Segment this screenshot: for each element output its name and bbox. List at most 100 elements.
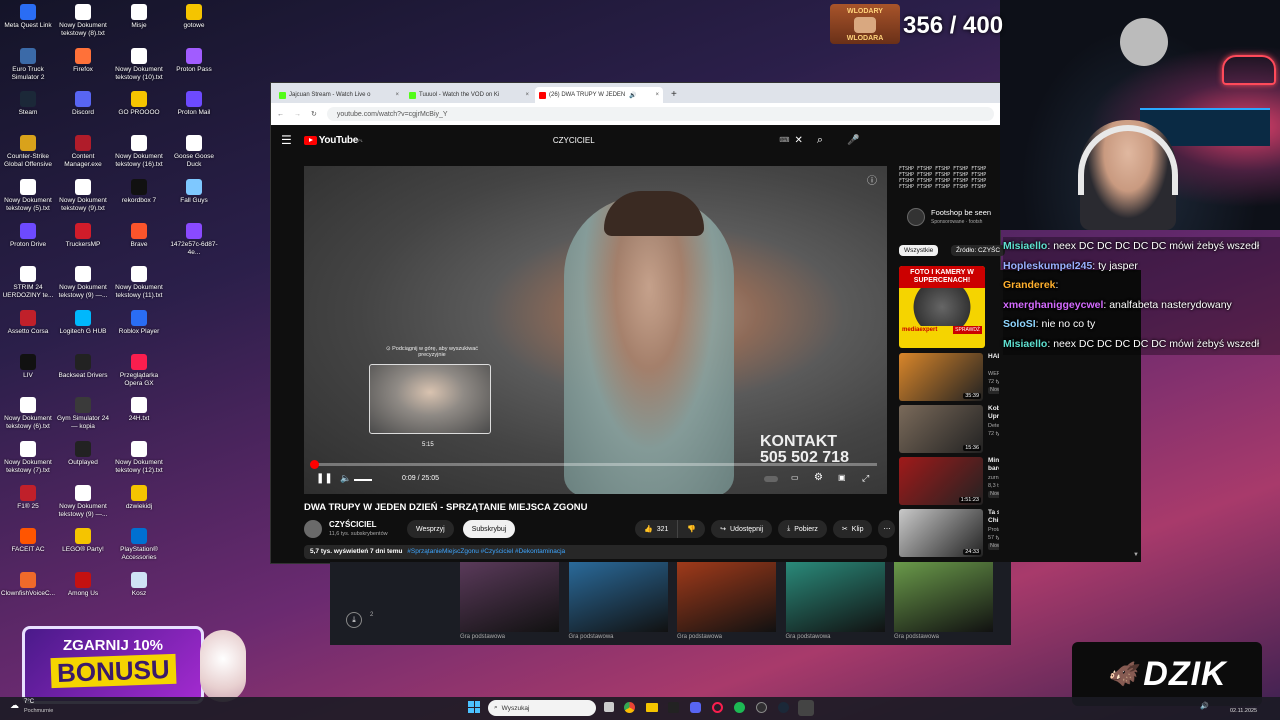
channel-avatar[interactable]	[304, 520, 322, 538]
chat-username[interactable]: Hopleskumpel245	[1003, 260, 1092, 272]
volume-icon[interactable]: 🔈	[340, 473, 351, 484]
close-icon[interactable]: ×	[395, 92, 399, 98]
desktop-icon[interactable]: Counter-Strike Global Offensive	[0, 135, 56, 169]
microphone-icon[interactable]: 🎤	[847, 135, 859, 146]
channel-name[interactable]: CZYŚCICIEL	[329, 520, 377, 529]
desktop-icon[interactable]: Meta Quest Link	[0, 4, 56, 30]
desktop-icon[interactable]: Goose Goose Duck	[166, 135, 222, 169]
recommendation-thumbnail[interactable]: 15:36	[899, 405, 983, 453]
weather-icon[interactable]: ☁	[10, 700, 19, 711]
menu-icon[interactable]: ☰	[281, 133, 292, 147]
desktop-icon[interactable]: Among Us	[55, 572, 111, 598]
desktop-icon[interactable]: Brave	[111, 222, 167, 249]
desktop-icon[interactable]: PlayStation® Accessories	[111, 528, 167, 562]
desktop-icon[interactable]: Proton Pass	[166, 47, 222, 74]
miniplayer-icon[interactable]: ▣	[838, 473, 846, 482]
chrome-icon[interactable]	[624, 702, 635, 713]
desktop-icon[interactable]: Misje	[111, 4, 167, 30]
ad-banner[interactable]: FOTO I KAMERY W SUPERCENACH! mediaexpert…	[899, 266, 985, 348]
youtube-logo[interactable]: YouTube PL	[303, 135, 363, 146]
desktop-icon[interactable]: Steam	[0, 91, 56, 117]
desktop-icon[interactable]: Proton Drive	[0, 222, 56, 249]
taskbar-search[interactable]: ⌕ Wyszukaj	[488, 700, 596, 716]
desktop-icon[interactable]: Nowy Dokument tekstowy (12).txt	[111, 441, 167, 475]
desktop-icon[interactable]: Nowy Dokument tekstowy (9) —...	[55, 266, 111, 300]
steam-game-tile[interactable]: Gra podstawowa	[785, 562, 885, 642]
desktop-icon[interactable]: TruckersMP	[55, 222, 111, 249]
chat-username[interactable]: Misiaello	[1003, 338, 1047, 350]
chip-source[interactable]: Źródło: CZYŚC	[951, 245, 1006, 256]
desktop-icon[interactable]: Proton Mail	[166, 91, 222, 117]
close-icon[interactable]: ×	[525, 92, 529, 98]
chat-username[interactable]: Misiaello	[1003, 240, 1047, 252]
spotify-icon[interactable]	[734, 702, 745, 713]
fullscreen-icon[interactable]: ⤢	[862, 473, 869, 484]
desktop-icon[interactable]: Nowy Dokument tekstowy (8).txt	[55, 4, 111, 38]
clear-icon[interactable]: ✕	[794, 135, 802, 146]
reload-icon[interactable]: ↻	[311, 110, 317, 118]
desktop-icon[interactable]: 1472e57c-6d87-4e...	[166, 222, 222, 257]
share-button[interactable]: ↪ Udostępnij	[711, 520, 773, 538]
pause-icon[interactable]: ❚❚	[316, 473, 333, 484]
discord-icon[interactable]	[690, 702, 701, 713]
autoplay-toggle[interactable]	[764, 476, 778, 482]
recommendation-thumbnail[interactable]: 35:39	[899, 353, 983, 401]
support-button[interactable]: Wesprzyj	[407, 520, 454, 538]
tab-2[interactable]: (26) DWA TRUPY W JEDEN 🔊 ×	[535, 87, 663, 103]
app-icon[interactable]	[798, 700, 814, 716]
desktop-icon[interactable]: FACEIT AC	[0, 528, 56, 554]
speaker-icon[interactable]: 🔊	[629, 92, 636, 99]
download-button[interactable]: ⤓ Pobierz	[778, 520, 827, 538]
chip-all[interactable]: Wszystkie	[899, 245, 939, 256]
start-icon[interactable]	[468, 701, 480, 713]
info-icon[interactable]: ⓘ	[867, 172, 877, 187]
desktop-icon[interactable]: Discord	[55, 91, 111, 117]
keyboard-icon[interactable]: ⌨	[779, 136, 789, 144]
clip-button[interactable]: ✂ Klip	[832, 520, 873, 538]
new-tab-button[interactable]: +	[665, 87, 683, 103]
chat-username[interactable]: xmerghaniggeycwel	[1003, 299, 1103, 311]
desktop-icon[interactable]: STRIM 24 UERDOZINY te...	[0, 266, 56, 300]
chat-username[interactable]: SoloSI	[1003, 318, 1036, 330]
terminal-icon[interactable]	[668, 702, 679, 713]
desktop-icon[interactable]: Outplayed	[55, 441, 111, 467]
description-box[interactable]: 5,7 tys. wyświetleń 7 dni temu #Sprzątan…	[304, 545, 887, 559]
subtitles-icon[interactable]: ▭	[791, 473, 799, 482]
url-field[interactable]: youtube.com/watch?v=cgjrMcBiy_Y	[326, 107, 994, 121]
desktop-icon[interactable]: Gym Simulator 24 — kopia	[55, 397, 111, 431]
video-player[interactable]: ⓘ KONTAKT 505 502 718 ⊙ Podciągnij w gór…	[304, 166, 887, 494]
task-view-icon[interactable]	[604, 702, 614, 712]
dislike-button[interactable]: 👎	[677, 520, 706, 538]
close-icon[interactable]: ×	[655, 92, 659, 98]
desktop-icon[interactable]: Nowy Dokument tekstowy (9).txt	[55, 178, 111, 213]
recommendation-thumbnail[interactable]: 1:51:23	[899, 457, 983, 505]
volume-slider[interactable]	[354, 479, 372, 481]
desktop-icon[interactable]: gotowe	[166, 4, 222, 30]
back-icon[interactable]: ←	[277, 111, 284, 118]
desktop-icon[interactable]: LEGO® Party!	[55, 528, 111, 554]
desktop-icon[interactable]: Fall Guys	[166, 178, 222, 205]
opera-icon[interactable]	[712, 702, 723, 713]
desktop-icon[interactable]: F1® 25	[0, 484, 56, 511]
desktop-icon[interactable]: Nowy Dokument tekstowy (7).txt	[0, 441, 56, 475]
desktop-icon[interactable]: Nowy Dokument tekstowy (16).txt	[111, 135, 167, 169]
download-indicator[interactable]: ⤓	[346, 612, 362, 628]
steam-game-tile[interactable]: Gra podstawowa	[894, 562, 993, 642]
desktop-icon[interactable]: Nowy Dokument tekstowy (5).txt	[0, 178, 56, 213]
chat-username[interactable]: Granderek	[1003, 279, 1056, 291]
recommendation-thumbnail[interactable]: 24:33	[899, 509, 983, 557]
desktop-icon[interactable]: Nowy Dokument tekstowy (9) —...	[55, 484, 111, 519]
desktop-icon[interactable]: Przeglądarka Opera GX	[111, 353, 167, 388]
settings-icon[interactable]: ⚙	[814, 472, 823, 483]
progress-scrubber[interactable]	[310, 460, 319, 469]
desktop-icon[interactable]: rekordbox 7	[111, 178, 167, 205]
scroll-down-icon[interactable]: ▼	[1133, 552, 1139, 558]
subscribe-button[interactable]: Subskrybuj	[462, 520, 516, 538]
desktop-icon[interactable]: Nowy Dokument tekstowy (6).txt	[0, 397, 56, 431]
desktop-icon[interactable]: Nowy Dokument tekstowy (10).txt	[111, 47, 167, 82]
desktop-icon[interactable]: Nowy Dokument tekstowy (11).txt	[111, 266, 167, 300]
desktop-icon[interactable]: Logitech G HUB	[55, 309, 111, 336]
desktop-icon[interactable]: ClownfishVoiceC...	[0, 572, 56, 598]
desktop-icon[interactable]: Firefox	[55, 47, 111, 74]
ad-title[interactable]: Footshop be seen	[931, 208, 991, 217]
